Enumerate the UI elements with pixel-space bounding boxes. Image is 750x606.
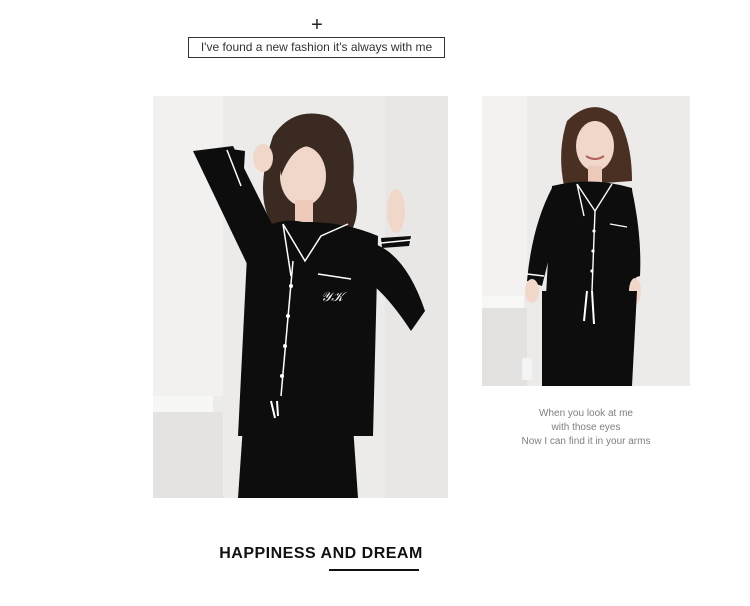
poem-line-2: with those eyes bbox=[551, 422, 621, 433]
poem-line-3: Now I can find it in your arms bbox=[521, 436, 651, 447]
product-photo-1: 𝒴𝒦 bbox=[153, 96, 448, 498]
tagline-box: I've found a new fashion it's always wit… bbox=[188, 37, 445, 58]
heading-underline bbox=[329, 569, 419, 571]
svg-text:𝒴𝒦: 𝒴𝒦 bbox=[321, 290, 347, 305]
section-heading: HAPPINESS AND DREAM bbox=[219, 545, 423, 562]
poem-text: When you look at me with those eyes Now … bbox=[482, 407, 690, 449]
poem-line-1: When you look at me bbox=[539, 408, 633, 419]
product-photo-2 bbox=[482, 96, 690, 386]
product-photo-2-illustration bbox=[482, 96, 690, 386]
product-photo-1-illustration: 𝒴𝒦 bbox=[153, 96, 448, 498]
plus-icon: + bbox=[311, 14, 323, 36]
